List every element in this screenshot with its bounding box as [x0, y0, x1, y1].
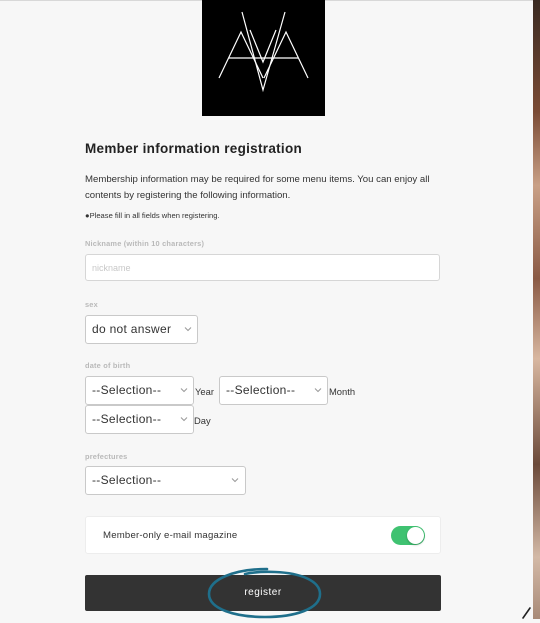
year-select[interactable]: --Selection-- [85, 376, 194, 405]
nickname-input[interactable]: nickname [85, 254, 440, 281]
toggle-knob [407, 527, 424, 544]
background-photo-edge [533, 0, 540, 619]
registration-page: Member information registration Membersh… [0, 0, 533, 619]
month-unit: Month [329, 386, 356, 397]
year-selected-value: --Selection-- [92, 383, 162, 397]
day-select[interactable]: --Selection-- [85, 405, 194, 434]
prefecture-selected-value: --Selection-- [92, 473, 162, 487]
fill-all-note: ●Please fill in all fields when register… [85, 211, 220, 220]
ava-logo-icon [202, 0, 325, 116]
annotation-stroke [522, 607, 531, 619]
sex-selected-value: do not answer [92, 322, 172, 336]
month-select[interactable]: --Selection-- [219, 376, 328, 405]
prefecture-select[interactable]: --Selection-- [85, 466, 246, 495]
day-unit: Day [194, 415, 211, 426]
chevron-down-icon [231, 478, 239, 483]
chevron-down-icon [184, 327, 192, 332]
prefecture-label: prefectures [85, 452, 128, 461]
newsletter-card: Member-only e-mail magazine [85, 516, 441, 554]
chevron-down-icon [314, 388, 322, 393]
nickname-label: Nickname (within 10 characters) [85, 239, 205, 248]
year-unit: Year [195, 386, 214, 397]
chevron-down-icon [180, 417, 188, 422]
month-selected-value: --Selection-- [226, 383, 296, 397]
annotation-circle [207, 567, 322, 619]
newsletter-label: Member-only e-mail magazine [103, 530, 238, 541]
nickname-placeholder: nickname [92, 263, 131, 273]
newsletter-toggle[interactable] [391, 526, 425, 545]
day-selected-value: --Selection-- [92, 412, 162, 426]
chevron-down-icon [180, 388, 188, 393]
dob-label: date of birth [85, 361, 131, 370]
page-title: Member information registration [85, 141, 303, 156]
sex-select[interactable]: do not answer [85, 315, 198, 344]
intro-text: Membership information may be required f… [85, 174, 430, 201]
sex-label: sex [85, 300, 98, 309]
